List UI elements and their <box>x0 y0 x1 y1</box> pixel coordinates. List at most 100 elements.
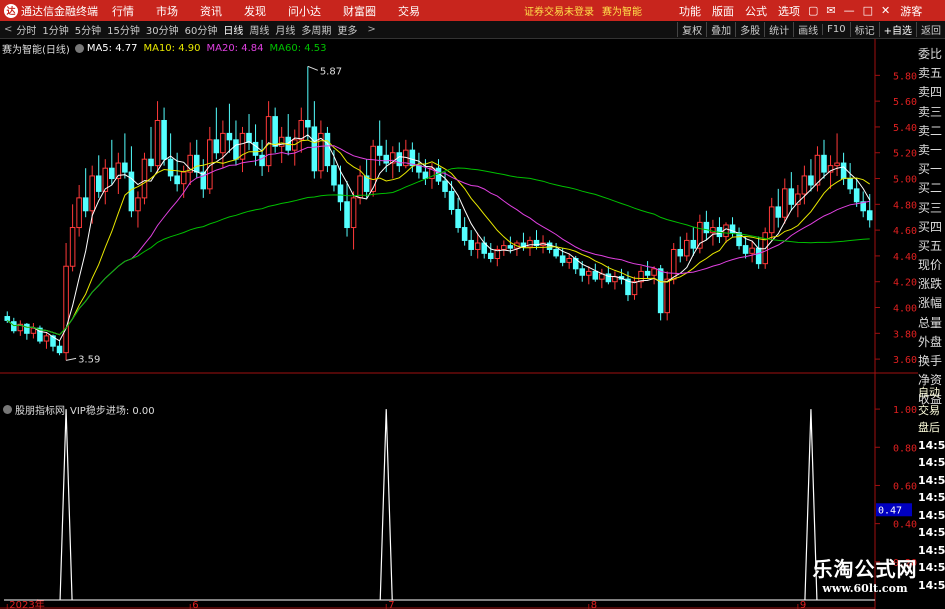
candle-body <box>24 323 30 334</box>
indicator-name: 股朋指标网 <box>15 405 65 417</box>
indicator-spike <box>59 409 73 601</box>
period-daily[interactable]: 日线 <box>223 22 243 37</box>
candle-body <box>782 188 788 218</box>
candle-body <box>95 175 102 192</box>
quote-field-4: 卖二 <box>918 123 943 138</box>
skin-icon[interactable]: ▢ <box>808 4 818 17</box>
tool-multi-stock[interactable]: 多股 <box>735 22 764 37</box>
candle-body <box>331 165 337 186</box>
tool-mark[interactable]: 标记 <box>849 22 879 37</box>
menu-formula[interactable]: 公式 <box>745 3 767 19</box>
candle-body <box>122 162 128 173</box>
ma60-line <box>6 167 870 336</box>
chevron-left-icon[interactable]: < <box>4 24 12 35</box>
tool-stats[interactable]: 统计 <box>764 22 793 37</box>
trade-field-2[interactable]: 盘后 <box>918 419 945 437</box>
tool-f10[interactable]: F10 <box>822 24 849 35</box>
candle-body <box>350 197 357 229</box>
period-30min[interactable]: 30分钟 <box>146 22 179 37</box>
menu-bar: 达 通达信金融终端 行情 市场 资讯 发现 问小达 财富圈 交易 证券交易未登录… <box>0 0 945 21</box>
period-1min[interactable]: 1分钟 <box>42 22 68 37</box>
candle-body <box>4 316 11 321</box>
menu-item-news[interactable]: 资讯 <box>200 3 222 19</box>
menu-layout[interactable]: 版面 <box>712 3 734 19</box>
indicator-settings-icon[interactable] <box>3 404 12 414</box>
high-marker-line <box>307 65 319 71</box>
period-multi[interactable]: 多周期 <box>301 22 331 37</box>
quote-field-10: 买五 <box>918 238 943 253</box>
candle-body <box>651 268 657 276</box>
candle-body <box>683 239 690 257</box>
trade-login-warning[interactable]: 证券交易未登录 <box>524 3 594 18</box>
candle-body <box>801 175 808 195</box>
candle-body <box>768 206 775 234</box>
watermark-url: www.60lt.com <box>822 582 908 595</box>
period-toolbar: < 分时 1分钟 5分钟 15分钟 30分钟 60分钟 日线 周线 月线 多周期… <box>0 21 945 39</box>
price-tick-label: 3.60 <box>893 355 917 366</box>
candle-body <box>311 126 318 172</box>
period-60min[interactable]: 60分钟 <box>185 22 218 37</box>
menu-item-wealth[interactable]: 财富圈 <box>343 3 376 19</box>
tool-back[interactable]: 返回 <box>916 22 945 37</box>
message-icon[interactable]: ✉ <box>826 4 835 17</box>
candle-body <box>357 175 363 199</box>
trade-field-1[interactable]: 交易 <box>918 402 945 420</box>
candle-body <box>559 255 566 263</box>
candle-body <box>89 175 95 212</box>
menu-item-trade[interactable]: 交易 <box>398 3 420 19</box>
candle-body <box>220 132 226 154</box>
candle-body <box>808 175 814 186</box>
maximize-icon[interactable]: □ <box>863 4 873 17</box>
candle-body <box>474 242 481 250</box>
settings-dot-icon[interactable] <box>74 43 84 53</box>
menu-item-quotes[interactable]: 行情 <box>112 3 134 19</box>
price-tick-label: 4.00 <box>893 304 917 315</box>
candle-body <box>298 119 305 141</box>
candle-body <box>664 278 670 314</box>
minimize-icon[interactable]: — <box>844 4 855 17</box>
candle-body <box>56 345 63 354</box>
candle-body <box>631 281 638 296</box>
candle-body <box>226 132 233 141</box>
quote-field-16: 换手 <box>918 354 943 368</box>
candle-body <box>579 268 586 276</box>
candle-body <box>246 132 252 143</box>
candle-body <box>742 245 749 254</box>
candle-body <box>11 321 17 332</box>
menu-item-discover[interactable]: 发现 <box>244 3 266 19</box>
period-5min[interactable]: 5分钟 <box>75 22 101 37</box>
period-more[interactable]: 更多 <box>337 22 357 37</box>
chevron-right-icon[interactable]: > <box>367 24 375 35</box>
close-icon[interactable]: ✕ <box>881 4 890 17</box>
period-15min[interactable]: 15分钟 <box>107 22 140 37</box>
indicator-tick-label: 0.40 <box>893 520 917 531</box>
period-tick[interactable]: 分时 <box>16 22 36 37</box>
candle-body <box>527 239 533 248</box>
candle-body <box>814 154 821 186</box>
candle-body <box>324 132 331 167</box>
candle-body <box>468 239 474 250</box>
menu-item-market[interactable]: 市场 <box>156 3 178 19</box>
ma20-label: MA20: 4.84 <box>206 42 264 54</box>
menu-item-ask[interactable]: 问小达 <box>288 3 321 19</box>
trade-field-3: 14:56 <box>918 438 945 452</box>
tool-add-watchlist[interactable]: +自选 <box>878 22 916 37</box>
kline-chart[interactable]: 5.80 5.60 5.40 5.20 5.00 4.80 4.60 4.40 4.20 4.00… <box>0 39 918 609</box>
tool-draw[interactable]: 画线 <box>793 22 822 37</box>
price-tick-label: 5.20 <box>893 149 917 160</box>
candle-body <box>703 221 710 234</box>
quote-field-1: 卖五 <box>918 66 943 81</box>
price-tick-label: 3.80 <box>893 329 917 340</box>
tool-adjust[interactable]: 复权 <box>677 22 706 37</box>
ma10-label: MA10: 4.90 <box>143 42 201 54</box>
menu-options[interactable]: 选项 <box>778 3 800 19</box>
quote-field-12: 涨跌 <box>918 277 943 292</box>
trade-field-0[interactable]: 自动 <box>918 384 945 402</box>
period-weekly[interactable]: 周线 <box>249 22 269 37</box>
guest-user[interactable]: 游客 <box>900 3 922 19</box>
candle-body <box>657 268 664 314</box>
tool-overlay[interactable]: 叠加 <box>706 22 735 37</box>
candle-body <box>193 154 200 173</box>
menu-function[interactable]: 功能 <box>679 3 701 19</box>
period-monthly[interactable]: 月线 <box>275 22 295 37</box>
